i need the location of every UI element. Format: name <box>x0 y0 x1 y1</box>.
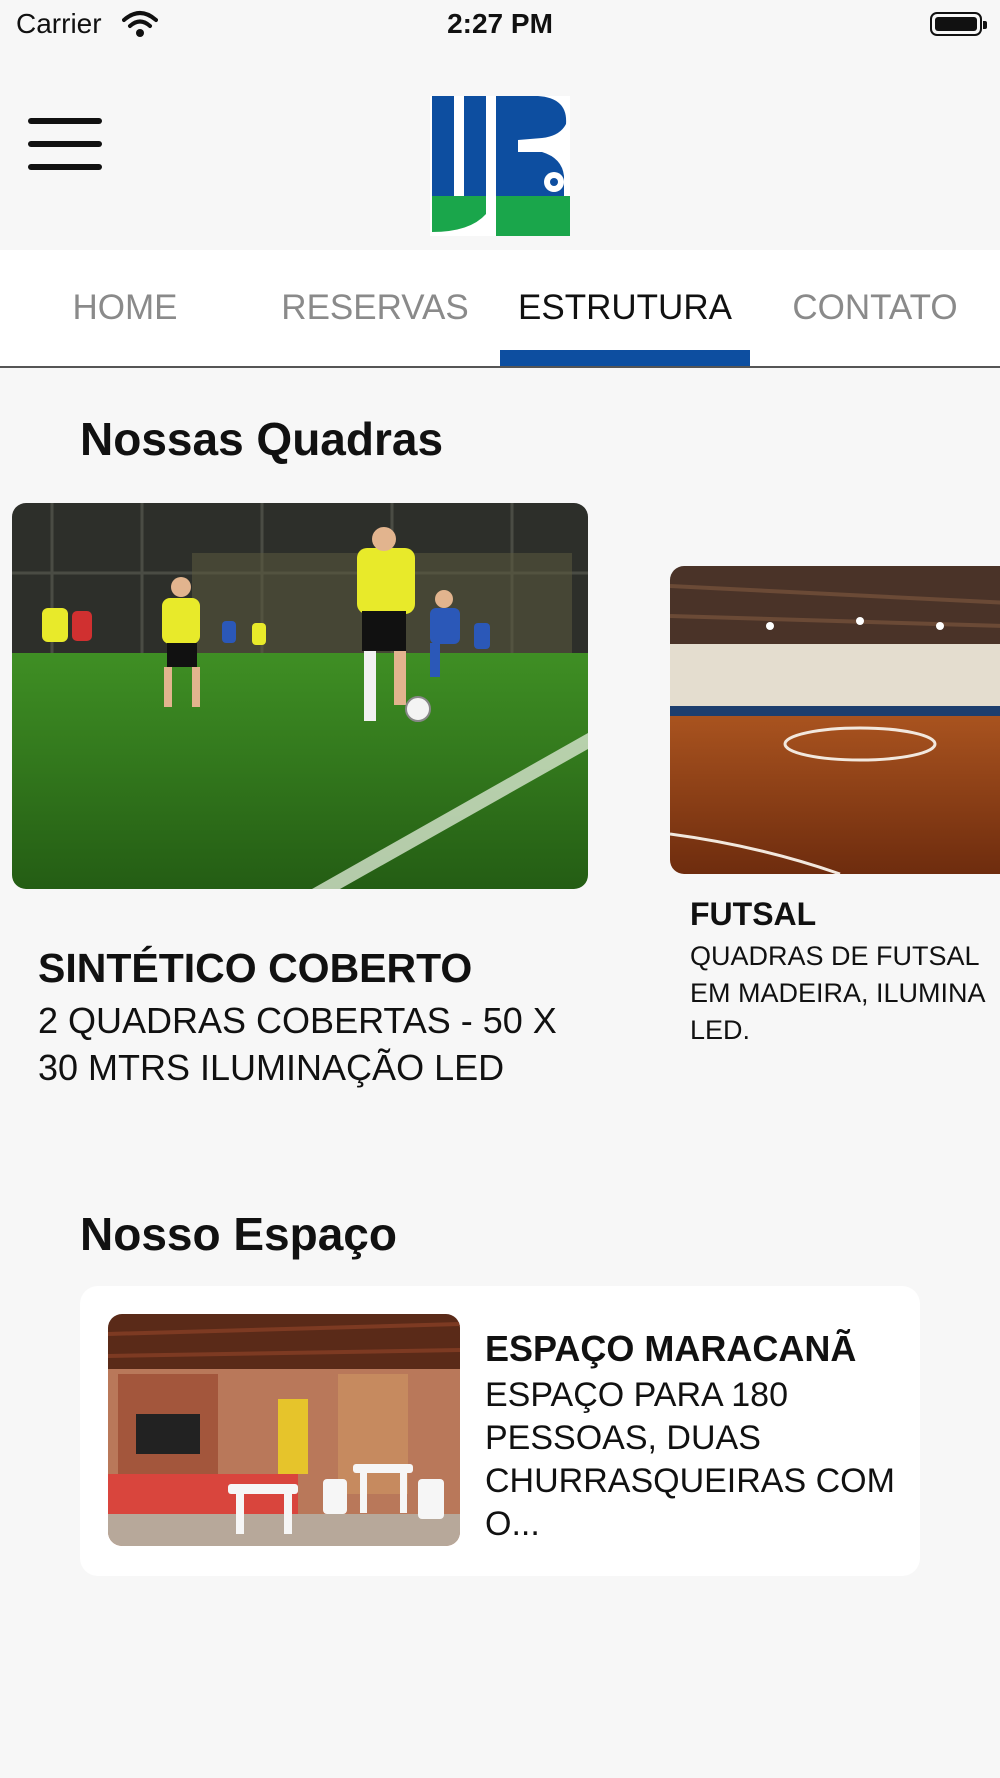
court-card-sintetico[interactable]: SINTÉTICO COBERTO 2 QUADRAS COBERTAS - 5… <box>12 503 588 1088</box>
status-bar: Carrier 2:27 PM <box>0 0 1000 52</box>
court-card-futsal[interactable]: FUTSAL QUADRAS DE FUTSAL EM MADEIRA, ILU… <box>670 566 1000 1066</box>
espaco-description: ESPAÇO PARA 180 PESSOAS, DUAS CHURRASQUE… <box>485 1376 895 1543</box>
tab-bar: HOME RESERVAS ESTRUTURA CONTATO <box>0 250 1000 368</box>
section-title-quadras: Nossas Quadras <box>80 413 444 465</box>
tab-home[interactable]: HOME <box>0 250 250 366</box>
court-name: SINTÉTICO COBERTO <box>38 945 473 991</box>
court-name: FUTSAL <box>690 896 817 932</box>
court-photo-sintetico <box>12 503 588 889</box>
court-description: 2 QUADRAS COBERTAS - 50 X 30 MTRS ILUMIN… <box>38 1000 557 1088</box>
jb-logo <box>430 96 570 236</box>
battery-icon <box>930 12 987 36</box>
espaco-name: ESPAÇO MARACANÃ <box>485 1328 857 1369</box>
court-photo-futsal <box>670 566 1000 874</box>
tab-estrutura[interactable]: ESTRUTURA <box>500 250 750 366</box>
tab-contato[interactable]: CONTATO <box>750 250 1000 366</box>
court-description: QUADRAS DE FUTSAL EM MADEIRA, ILUMINA LE… <box>690 941 986 1045</box>
tab-reservas[interactable]: RESERVAS <box>250 250 500 366</box>
status-time: 2:27 PM <box>447 8 553 39</box>
section-title-espaco: Nosso Espaço <box>80 1208 397 1260</box>
active-tab-indicator <box>500 350 750 366</box>
app-header <box>0 52 1000 250</box>
espaco-card-maracana[interactable]: ESPAÇO MARACANÃ ESPAÇO PARA 180 PESSOAS,… <box>80 1286 920 1576</box>
hamburger-menu-icon[interactable] <box>28 118 102 174</box>
espaco-photo <box>108 1314 460 1546</box>
